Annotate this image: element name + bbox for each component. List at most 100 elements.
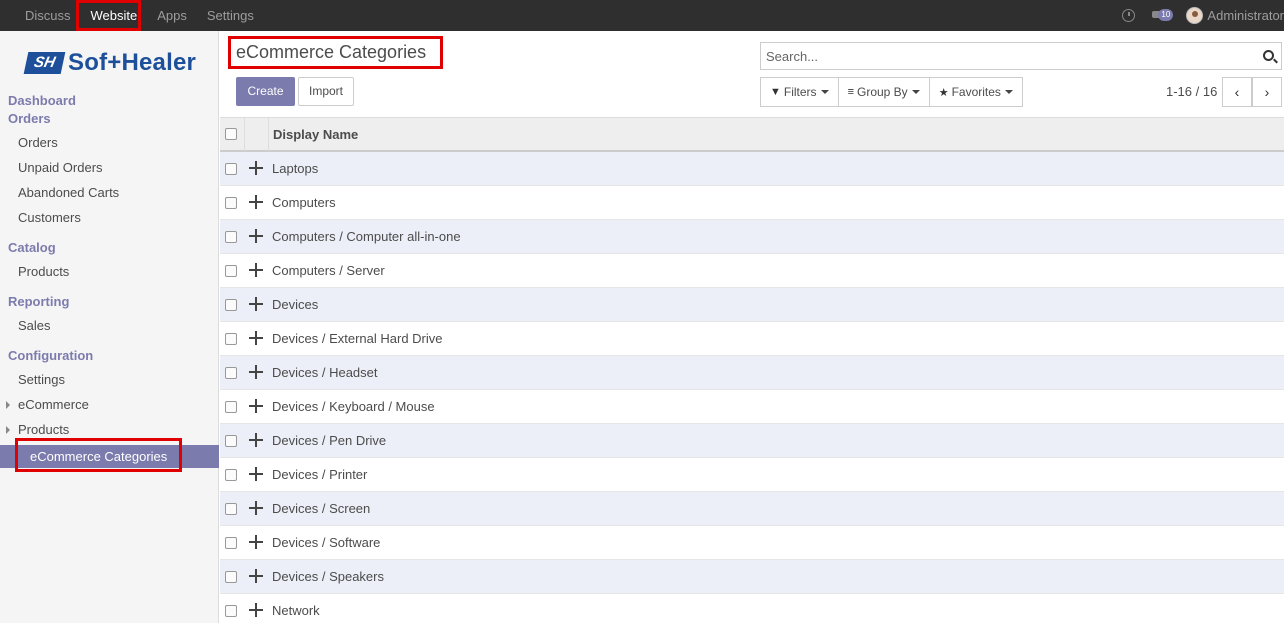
sidebar-item-ecommerce[interactable]: eCommerce (18, 397, 89, 412)
row-display-name: Computers (272, 195, 336, 210)
drag-handle-icon[interactable] (249, 195, 263, 209)
drag-handle-icon[interactable] (249, 399, 263, 413)
drag-handle-icon[interactable] (249, 263, 263, 277)
table-row[interactable]: Devices / Software (220, 526, 1284, 560)
sidebar: SH Sof+Healer Dashboard Orders Orders Un… (0, 31, 219, 623)
drag-handle-icon[interactable] (249, 467, 263, 481)
table-row[interactable]: Computers / Computer all-in-one (220, 220, 1284, 254)
table-row[interactable]: Devices / Speakers (220, 560, 1284, 594)
activity-clock-icon[interactable] (1122, 9, 1136, 22)
sidebar-section-dashboard[interactable]: Dashboard (8, 93, 76, 108)
table-row[interactable]: Laptops (220, 152, 1284, 186)
drag-handle-icon[interactable] (249, 433, 263, 447)
table-row[interactable]: Computers / Server (220, 254, 1284, 288)
sidebar-item-config-products[interactable]: Products (18, 422, 69, 437)
sidebar-item-abandoned-carts[interactable]: Abandoned Carts (18, 185, 119, 200)
table-row[interactable]: Devices / Headset (220, 356, 1284, 390)
row-checkbox[interactable] (225, 333, 237, 345)
row-checkbox[interactable] (225, 299, 237, 311)
caret-down-icon (1004, 90, 1013, 94)
filters-button[interactable]: ▼ Filters (760, 77, 839, 107)
table-row[interactable]: Devices (220, 288, 1284, 322)
table-row[interactable]: Network (220, 594, 1284, 623)
search-options: ▼ Filters ≡ Group By ★ Favorites (760, 77, 1023, 107)
user-avatar[interactable] (1186, 7, 1204, 24)
row-display-name: Devices / Speakers (272, 569, 384, 584)
header-separator (244, 118, 245, 151)
search-icon[interactable] (1263, 50, 1274, 61)
search-input[interactable] (761, 43, 1241, 69)
table-row[interactable]: Devices / Keyboard / Mouse (220, 390, 1284, 424)
group-by-button[interactable]: ≡ Group By (837, 77, 930, 107)
drag-handle-icon[interactable] (249, 569, 263, 583)
caret-down-icon (911, 90, 920, 94)
column-display-name[interactable]: Display Name (273, 127, 358, 142)
expand-ecommerce-icon[interactable] (6, 401, 10, 409)
drag-handle-icon[interactable] (249, 331, 263, 345)
menu-settings[interactable]: Settings (197, 0, 264, 31)
table-row[interactable]: Devices / External Hard Drive (220, 322, 1284, 356)
row-display-name: Network (272, 603, 320, 618)
sidebar-item-orders[interactable]: Orders (18, 135, 58, 150)
sidebar-item-sales[interactable]: Sales (18, 318, 51, 333)
systray: 10 Administrator (1122, 0, 1284, 31)
highlight-page-title (228, 36, 443, 69)
table-row[interactable]: Devices / Screen (220, 492, 1284, 526)
table-row[interactable]: Devices / Pen Drive (220, 424, 1284, 458)
drag-handle-icon[interactable] (249, 365, 263, 379)
row-checkbox[interactable] (225, 571, 237, 583)
drag-handle-icon[interactable] (249, 229, 263, 243)
row-checkbox[interactable] (225, 537, 237, 549)
row-checkbox[interactable] (225, 231, 237, 243)
table-row[interactable]: Computers (220, 186, 1284, 220)
row-checkbox[interactable] (225, 605, 237, 617)
sidebar-item-settings[interactable]: Settings (18, 372, 65, 387)
row-display-name: Laptops (272, 161, 319, 176)
row-checkbox[interactable] (225, 197, 237, 209)
sidebar-item-products[interactable]: Products (18, 264, 69, 279)
logo-mark-icon: SH (23, 52, 66, 74)
row-checkbox[interactable] (225, 503, 237, 515)
drag-handle-icon[interactable] (249, 501, 263, 515)
row-display-name: Devices / Software (272, 535, 381, 550)
user-name[interactable]: Administrator (1207, 8, 1284, 23)
row-checkbox[interactable] (225, 163, 237, 175)
highlight-sidebar-active (15, 438, 182, 472)
row-checkbox[interactable] (225, 401, 237, 413)
caret-down-icon (820, 90, 829, 94)
pager-previous-button[interactable]: ‹ (1222, 77, 1252, 107)
drag-handle-icon[interactable] (249, 297, 263, 311)
sidebar-item-unpaid-orders[interactable]: Unpaid Orders (18, 160, 103, 175)
pager-next-button[interactable]: › (1252, 77, 1282, 107)
row-checkbox[interactable] (225, 265, 237, 277)
sidebar-section-catalog: Catalog (8, 240, 56, 255)
row-display-name: Devices / Printer (272, 467, 368, 482)
sidebar-section-reporting: Reporting (8, 294, 70, 309)
import-button[interactable]: Import (298, 77, 354, 106)
filter-icon: ▼ (770, 86, 781, 98)
messages-icon[interactable]: 10 (1152, 8, 1174, 23)
create-button[interactable]: Create (236, 77, 295, 106)
expand-products-icon[interactable] (6, 426, 10, 434)
drag-handle-icon[interactable] (249, 603, 263, 617)
row-display-name: Devices / Pen Drive (272, 433, 387, 448)
pager-value[interactable]: 1-16 / 16 (1166, 84, 1217, 99)
message-count-badge: 10 (1158, 8, 1174, 21)
star-icon: ★ (938, 86, 949, 99)
menu-apps[interactable]: Apps (147, 0, 197, 31)
menu-discuss[interactable]: Discuss (15, 0, 81, 31)
table-row[interactable]: Devices / Printer (220, 458, 1284, 492)
row-checkbox[interactable] (225, 435, 237, 447)
drag-handle-icon[interactable] (249, 161, 263, 175)
list-header: Display Name (220, 117, 1284, 152)
favorites-button[interactable]: ★ Favorites (928, 77, 1023, 107)
row-checkbox[interactable] (225, 469, 237, 481)
row-checkbox[interactable] (225, 367, 237, 379)
drag-handle-icon[interactable] (249, 535, 263, 549)
row-display-name: Devices / Headset (272, 365, 378, 380)
list-body: Laptops Computers Computers / Computer all… (220, 152, 1284, 623)
select-all-checkbox[interactable] (225, 128, 237, 140)
highlight-website-menu (76, 0, 141, 31)
sidebar-item-customers[interactable]: Customers (18, 210, 81, 225)
chevron-left-icon: ‹ (1234, 84, 1240, 100)
